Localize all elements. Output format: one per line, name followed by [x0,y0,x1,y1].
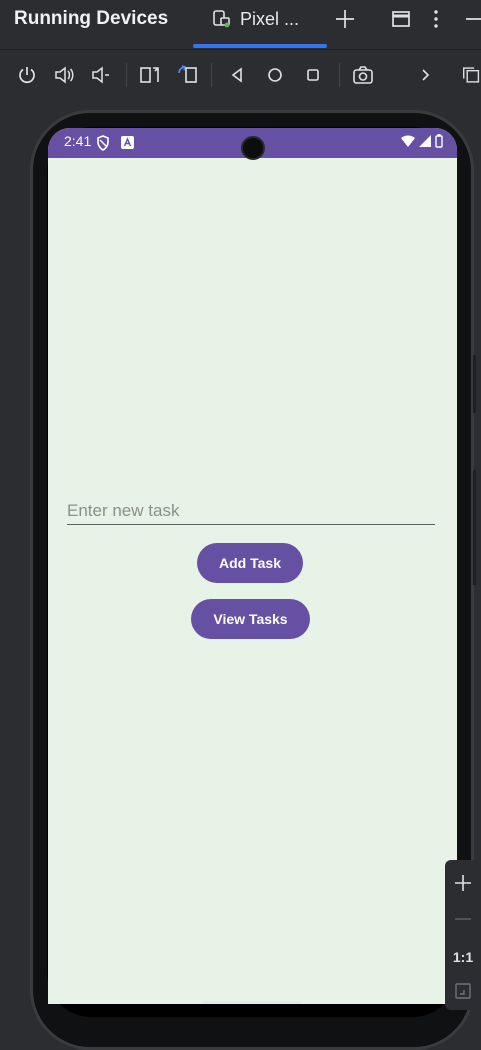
plus-icon [336,10,354,28]
back-icon [231,67,242,83]
back-button[interactable] [224,62,250,88]
fold-icon [463,67,480,83]
volume-down-icon [92,66,109,84]
home-icon [268,68,282,82]
volume-down-button[interactable] [87,62,113,88]
fit-screen-icon [455,983,471,999]
zoom-out-button[interactable] [450,906,476,932]
vpn-shield-icon [97,135,109,151]
power-icon [19,67,35,84]
options-button[interactable] [425,8,447,30]
toolbar-separator [126,63,127,87]
minus-icon [455,918,471,920]
add-tab-button[interactable] [334,8,356,30]
power-button[interactable] [14,62,40,88]
view-tasks-button[interactable]: View Tasks [191,599,310,639]
home-button[interactable] [262,62,288,88]
minimize-icon [466,18,481,20]
device-toolbar [0,49,481,101]
new-task-input[interactable] [67,500,435,522]
screenshot-button[interactable] [350,62,376,88]
actual-size-button[interactable]: 1:1 [450,944,476,970]
rotate-right-icon [178,65,197,83]
rotate-right-button[interactable] [175,62,201,88]
zoom-in-button[interactable] [450,870,476,896]
rotate-left-icon [140,67,159,83]
volume-up-icon [55,66,74,84]
device-icon [213,10,230,28]
task-input-container [67,500,435,525]
active-tab-indicator [193,44,327,48]
battery-icon [435,134,443,148]
minimize-button[interactable] [462,8,481,30]
zoom-controls: 1:1 [445,860,481,1010]
more-vertical-icon [434,10,438,28]
fold-button[interactable] [462,62,481,88]
volume-up-button[interactable] [51,62,77,88]
tool-window-title: Running Devices [14,8,169,29]
wifi-icon [401,135,415,147]
notification-app-icon [121,136,134,149]
tool-window-header: Running Devices Pixel ... [0,0,481,48]
window-layout-button[interactable] [390,8,412,30]
signal-icon [419,135,431,147]
device-screen[interactable]: 2:41 Add Task View Tasks [48,128,457,1004]
device-tab[interactable]: Pixel ... [212,7,299,31]
toolbar-separator [211,63,212,87]
power-key[interactable] [473,355,476,413]
status-time: 2:41 [64,133,92,149]
overview-icon [307,69,319,81]
rotate-left-button[interactable] [137,62,163,88]
chevron-right-icon [422,69,430,81]
overview-button[interactable] [300,62,326,88]
front-camera [241,136,265,160]
add-task-button[interactable]: Add Task [197,543,303,583]
camera-icon [353,66,373,84]
plus-icon [455,875,471,891]
device-tab-label: Pixel ... [240,8,300,29]
toolbar-separator [339,63,340,87]
more-actions-button[interactable] [412,62,438,88]
gesture-home-bar[interactable] [202,1001,302,1004]
volume-key[interactable] [473,470,476,585]
fit-screen-button[interactable] [450,978,476,1004]
window-icon [392,11,410,27]
